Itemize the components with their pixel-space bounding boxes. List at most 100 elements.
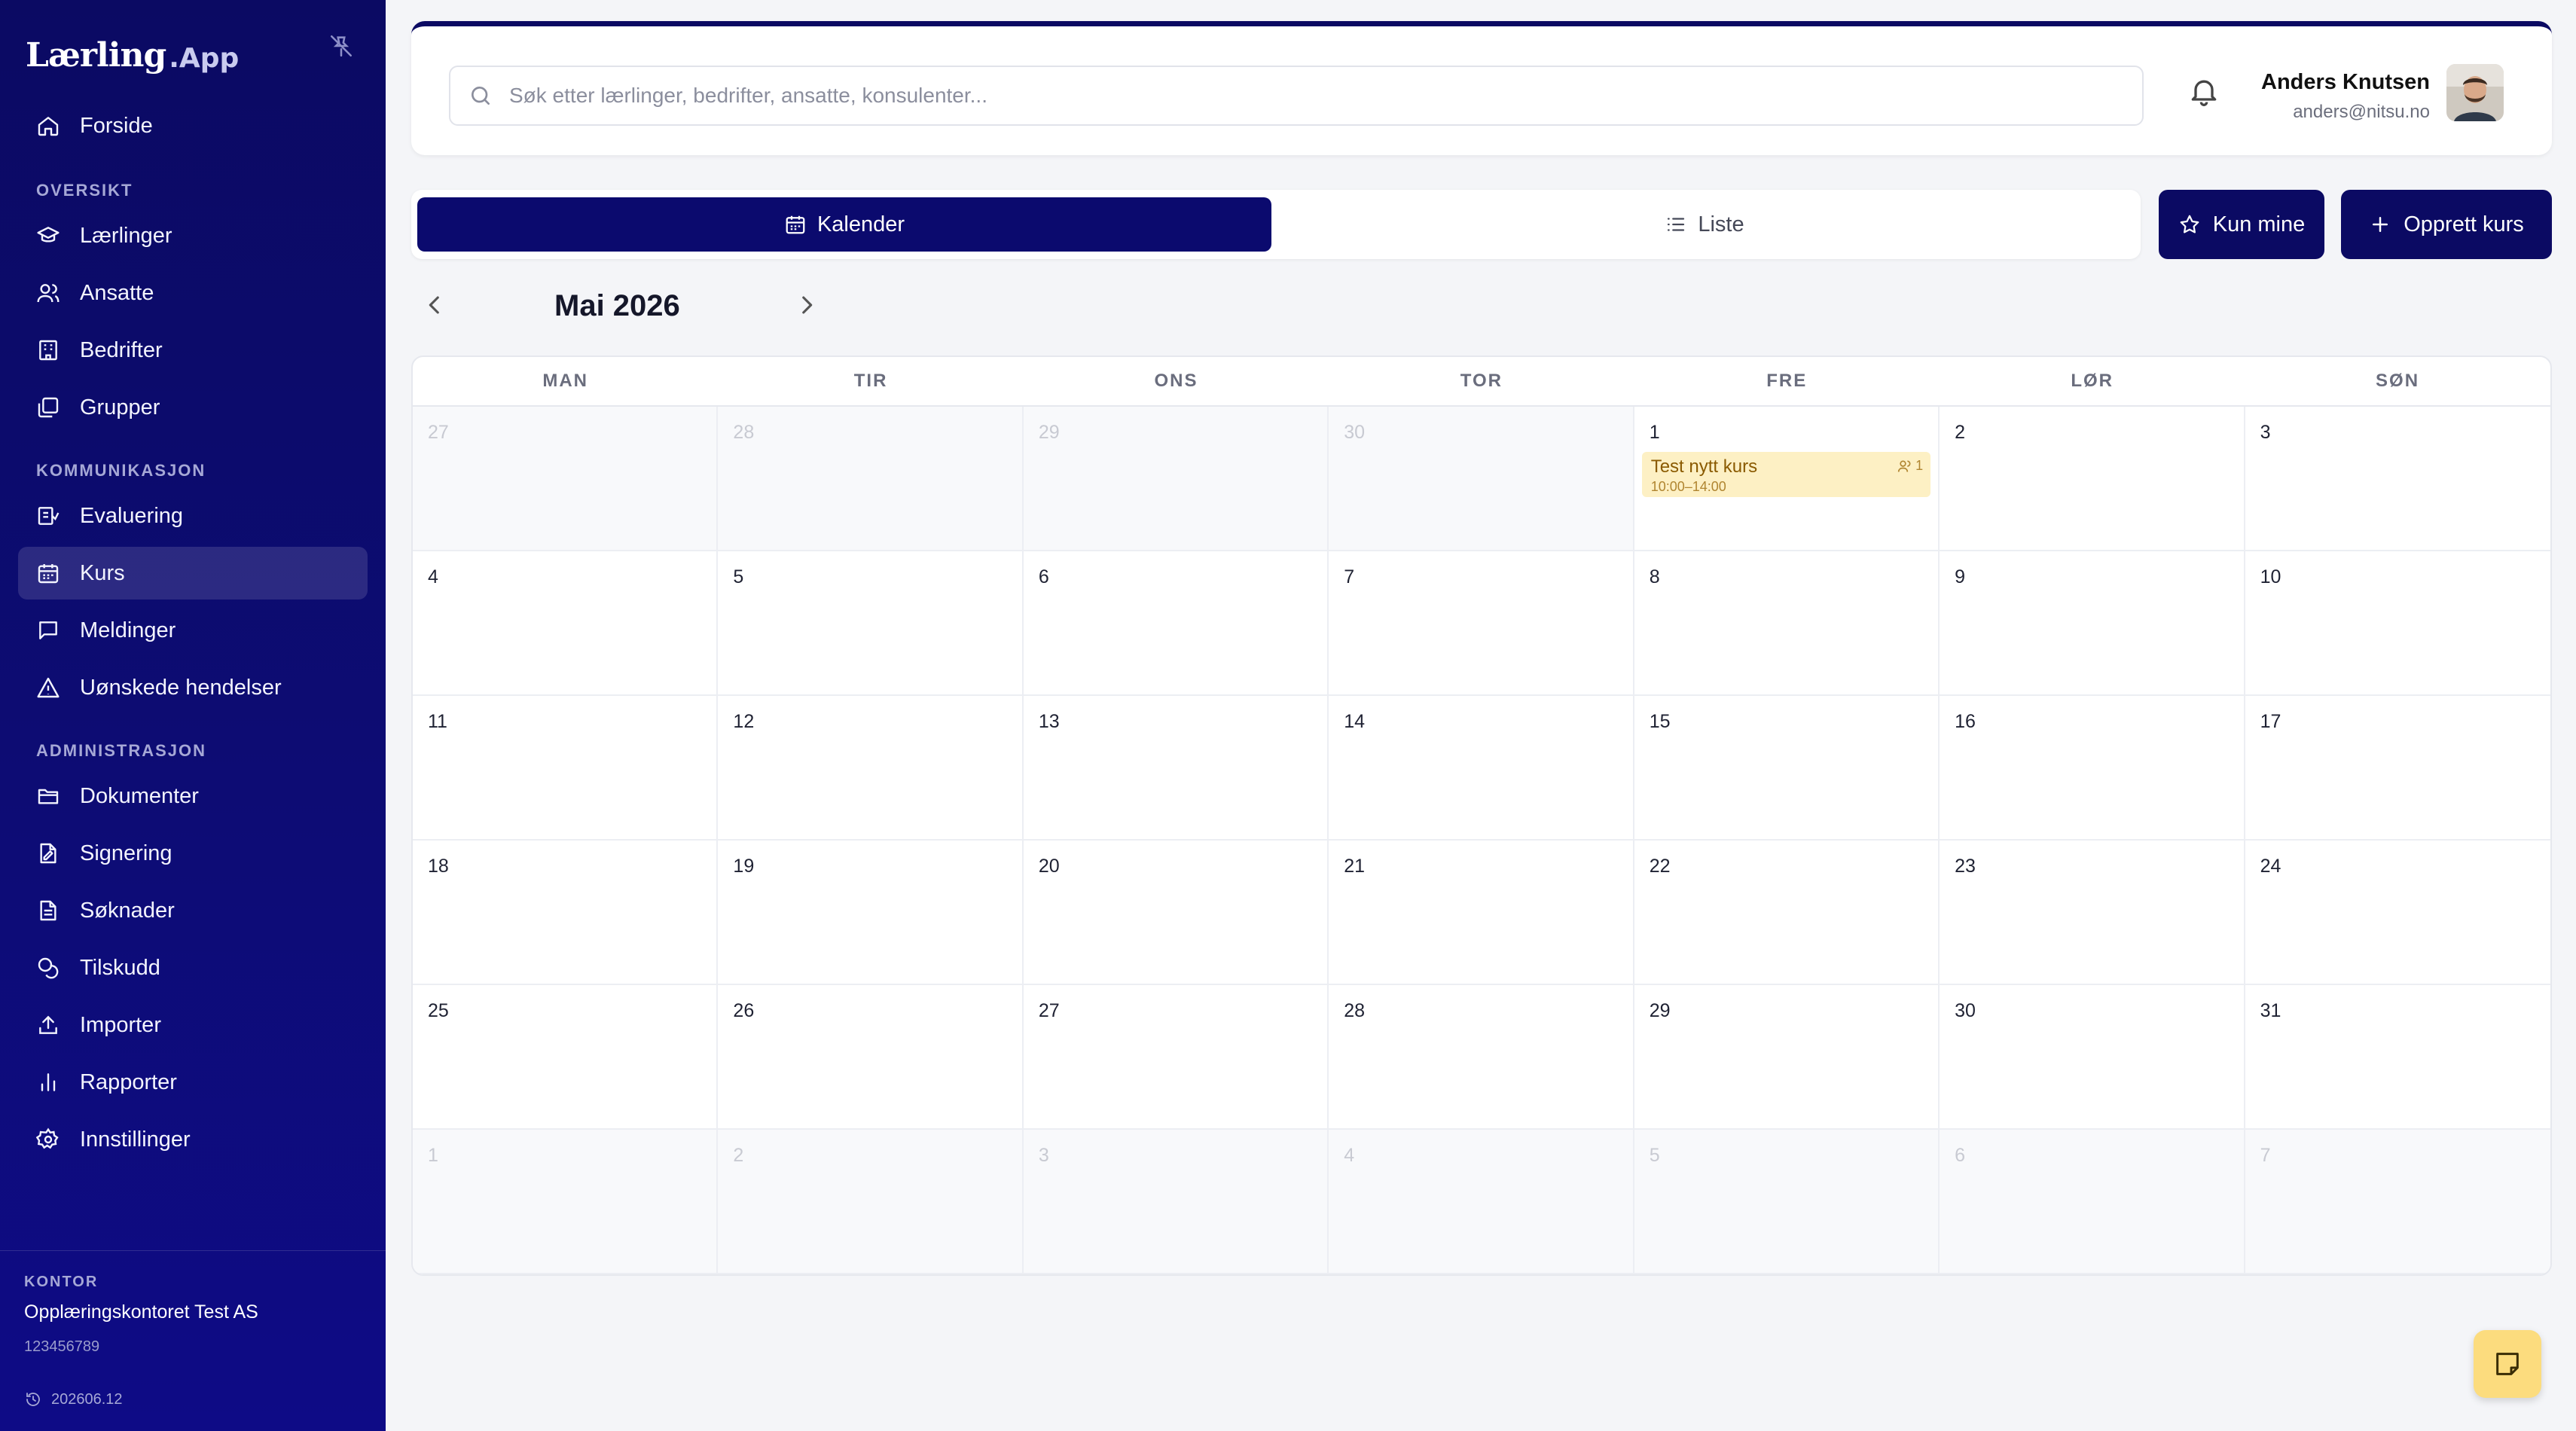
calendar-event[interactable]: Test nytt kurs 10:00–14:00 1 bbox=[1641, 452, 1931, 497]
sidebar-item-forside[interactable]: Forside bbox=[18, 99, 368, 152]
sidebar-item-dokumenter[interactable]: Dokumenter bbox=[18, 770, 368, 822]
sidebar-item-label: Innstillinger bbox=[80, 1127, 191, 1152]
day-cell[interactable]: 4 bbox=[413, 551, 719, 696]
day-number: 12 bbox=[733, 711, 755, 732]
day-cell[interactable]: 6 bbox=[1023, 551, 1329, 696]
day-cell[interactable]: 29 bbox=[1023, 407, 1329, 551]
day-number: 16 bbox=[1955, 711, 1976, 732]
day-number: 23 bbox=[1955, 856, 1976, 877]
day-cell[interactable]: 27 bbox=[413, 407, 719, 551]
sidebar-item-innstillinger[interactable]: Innstillinger bbox=[18, 1113, 368, 1166]
day-cell[interactable]: 6 bbox=[1940, 1130, 2245, 1274]
search-input[interactable] bbox=[509, 84, 2091, 108]
bell-icon[interactable] bbox=[2187, 75, 2220, 108]
day-number: 2 bbox=[733, 1145, 744, 1166]
day-cell[interactable]: 13 bbox=[1023, 696, 1329, 841]
day-cell[interactable]: 7 bbox=[1329, 551, 1634, 696]
day-cell[interactable]: 7 bbox=[2245, 1130, 2550, 1274]
day-cell[interactable]: 22 bbox=[1634, 841, 1940, 985]
sidebar-item-uonskede-hendelser[interactable]: Uønskede hendelser bbox=[18, 661, 368, 714]
day-cell[interactable]: 21 bbox=[1329, 841, 1634, 985]
chevron-left-icon[interactable] bbox=[422, 292, 447, 318]
day-number: 5 bbox=[1649, 1145, 1660, 1166]
notes-button[interactable] bbox=[2474, 1330, 2541, 1398]
day-number: 15 bbox=[1649, 711, 1671, 732]
day-cell[interactable]: 25 bbox=[413, 985, 719, 1130]
users-icon bbox=[1897, 460, 1911, 472]
day-cell[interactable]: 18 bbox=[413, 841, 719, 985]
clipboard-check-icon bbox=[38, 507, 60, 525]
day-cell[interactable]: 2 bbox=[1940, 407, 2245, 551]
unpin-icon[interactable] bbox=[328, 33, 354, 59]
create-course-button[interactable]: Opprett kurs bbox=[2341, 190, 2552, 259]
chevron-right-icon[interactable] bbox=[794, 292, 819, 318]
search-icon bbox=[472, 87, 490, 105]
day-cell[interactable]: 24 bbox=[2245, 841, 2550, 985]
day-cell[interactable]: 30 bbox=[1940, 985, 2245, 1130]
sidebar-item-tilskudd[interactable]: Tilskudd bbox=[18, 941, 368, 994]
sidebar-item-rapporter[interactable]: Rapporter bbox=[18, 1056, 368, 1109]
office-label: KONTOR bbox=[24, 1274, 99, 1290]
day-cell[interactable]: 28 bbox=[718, 407, 1024, 551]
day-number: 8 bbox=[1649, 566, 1660, 587]
sidebar-item-label: Grupper bbox=[80, 395, 160, 420]
tab-liste[interactable]: Liste bbox=[1277, 197, 2132, 252]
day-cell[interactable]: 5 bbox=[718, 551, 1024, 696]
day-cell[interactable]: 8 bbox=[1634, 551, 1940, 696]
sidebar-item-grupper[interactable]: Grupper bbox=[18, 381, 368, 434]
upload-icon bbox=[39, 1015, 57, 1034]
sidebar-item-soknader[interactable]: Søknader bbox=[18, 884, 368, 937]
building-icon bbox=[39, 340, 57, 361]
day-cell[interactable]: 19 bbox=[718, 841, 1024, 985]
sidebar-item-evaluering[interactable]: Evaluering bbox=[18, 490, 368, 542]
tab-liste-label: Liste bbox=[1698, 212, 1744, 236]
day-cell[interactable]: 15 bbox=[1634, 696, 1940, 841]
sidebar-item-laerlinger[interactable]: Lærlinger bbox=[18, 209, 368, 262]
day-cell[interactable]: 1 bbox=[413, 1130, 719, 1274]
gear-icon bbox=[36, 1127, 59, 1149]
day-cell[interactable]: 4 bbox=[1329, 1130, 1634, 1274]
section-kommunikasjon: KOMMUNIKASJON bbox=[36, 461, 206, 480]
day-number: 7 bbox=[1344, 566, 1355, 587]
day-number: 3 bbox=[2260, 422, 2271, 443]
tab-kalender[interactable]: Kalender bbox=[417, 197, 1271, 252]
day-cell[interactable]: 20 bbox=[1023, 841, 1329, 985]
day-cell[interactable]: 23 bbox=[1940, 841, 2245, 985]
day-cell[interactable]: 27 bbox=[1023, 985, 1329, 1130]
weekday-label: ONS bbox=[1154, 371, 1198, 391]
sidebar-item-meldinger[interactable]: Meldinger bbox=[18, 604, 368, 657]
day-cell[interactable]: 28 bbox=[1329, 985, 1634, 1130]
day-cell[interactable]: 26 bbox=[718, 985, 1024, 1130]
sidebar-item-signering[interactable]: Signering bbox=[18, 827, 368, 880]
user-name[interactable]: Anders Knutsen bbox=[2261, 70, 2430, 95]
day-number: 1 bbox=[428, 1145, 438, 1166]
app-logo[interactable]: Lærling .App bbox=[26, 20, 239, 72]
day-cell[interactable]: 17 bbox=[2245, 696, 2550, 841]
sidebar-item-importer[interactable]: Importer bbox=[18, 999, 368, 1051]
day-cell[interactable]: 5 bbox=[1634, 1130, 1940, 1274]
sidebar-item-bedrifter[interactable]: Bedrifter bbox=[18, 324, 368, 377]
day-cell[interactable]: 31 bbox=[2245, 985, 2550, 1130]
day-cell[interactable]: 3 bbox=[2245, 407, 2550, 551]
day-cell[interactable]: 10 bbox=[2245, 551, 2550, 696]
avatar[interactable] bbox=[2446, 64, 2504, 121]
day-cell[interactable]: 3 bbox=[1023, 1130, 1329, 1274]
day-number: 30 bbox=[1955, 1000, 1976, 1021]
day-cell[interactable]: 29 bbox=[1634, 985, 1940, 1130]
sidebar-item-kurs[interactable]: Kurs bbox=[18, 547, 368, 600]
calendar-icon bbox=[786, 215, 805, 234]
day-cell[interactable]: 1 Test nytt kurs 10:00–14:00 1 bbox=[1634, 407, 1940, 551]
sidebar-item-ansatte[interactable]: Ansatte bbox=[18, 267, 368, 319]
day-cell[interactable]: 16 bbox=[1940, 696, 2245, 841]
day-cell[interactable]: 12 bbox=[718, 696, 1024, 841]
search-box[interactable] bbox=[449, 66, 2144, 126]
day-cell[interactable]: 9 bbox=[1940, 551, 2245, 696]
day-cell[interactable]: 2 bbox=[718, 1130, 1024, 1274]
folder-icon bbox=[38, 789, 59, 804]
day-cell[interactable]: 11 bbox=[413, 696, 719, 841]
only-mine-button[interactable]: Kun mine bbox=[2159, 190, 2324, 259]
day-cell[interactable]: 30 bbox=[1329, 407, 1634, 551]
calendar-grid: MAN TIR ONS TOR FRE LØR SØN 27 28 29 30 … bbox=[411, 355, 2552, 1276]
day-number: 21 bbox=[1344, 856, 1366, 877]
day-cell[interactable]: 14 bbox=[1329, 696, 1634, 841]
